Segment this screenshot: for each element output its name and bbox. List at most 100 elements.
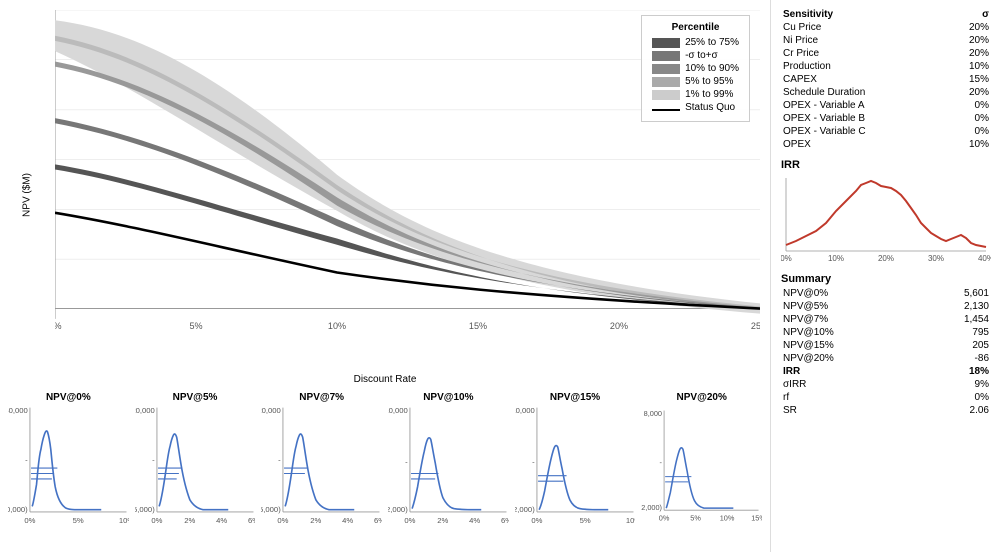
chart-legend: Percentile 25% to 75% -σ to+σ 10% to 90%… xyxy=(641,15,750,122)
sensitivity-name: CAPEX xyxy=(781,73,945,86)
svg-text:-: - xyxy=(405,458,408,467)
summary-row-irr: IRR 18% xyxy=(781,365,991,378)
svg-text:5%: 5% xyxy=(73,516,84,525)
svg-text:(5,000): (5,000) xyxy=(261,505,281,514)
sensitivity-row: Schedule Duration 20% xyxy=(781,86,991,99)
summary-name: NPV@7% xyxy=(781,313,918,326)
summary-row: NPV@15% 205 xyxy=(781,339,991,352)
legend-label: 1% to 99% xyxy=(685,89,733,100)
summary-value: 2,130 xyxy=(918,300,991,313)
summary-row: NPV@20% -86 xyxy=(781,352,991,365)
small-chart-title: NPV@15% xyxy=(515,392,636,403)
svg-text:30%: 30% xyxy=(928,254,944,263)
sensitivity-name: Ni Price xyxy=(781,34,945,47)
summary-name: NPV@0% xyxy=(781,287,918,300)
small-chart-svg-20: 8,000 - (2,000) 0% 5% 10% 15% xyxy=(641,404,762,543)
legend-label: Status Quo xyxy=(685,102,735,113)
summary-name: NPV@15% xyxy=(781,339,918,352)
summary-name: NPV@5% xyxy=(781,300,918,313)
sensitivity-row: OPEX 10% xyxy=(781,138,991,151)
legend-label: 5% to 95% xyxy=(685,76,733,87)
svg-text:(10,000): (10,000) xyxy=(8,505,28,514)
svg-text:6%: 6% xyxy=(501,516,509,525)
svg-text:0%: 0% xyxy=(659,514,670,523)
right-panel: Sensitivity σ Cu Price 20% Ni Price 20% … xyxy=(770,0,1000,552)
sensitivity-table: Sensitivity σ Cu Price 20% Ni Price 20% … xyxy=(781,8,991,151)
legend-title: Percentile xyxy=(652,22,739,33)
sensitivity-row: OPEX - Variable B 0% xyxy=(781,112,991,125)
svg-text:20,000: 20,000 xyxy=(135,406,155,415)
legend-swatch xyxy=(652,64,680,74)
legend-swatch xyxy=(652,109,680,111)
legend-swatch xyxy=(652,77,680,87)
svg-text:-: - xyxy=(25,456,28,465)
svg-text:4%: 4% xyxy=(469,516,480,525)
sensitivity-row: Ni Price 20% xyxy=(781,34,991,47)
sensitivity-row: Cu Price 20% xyxy=(781,21,991,34)
svg-text:10%: 10% xyxy=(626,516,636,525)
summary-value: 9% xyxy=(918,378,991,391)
summary-name: rf xyxy=(781,391,918,404)
legend-item: -σ to+σ xyxy=(652,50,739,61)
x-axis-label: Discount Rate xyxy=(354,374,417,385)
summary-name: SR xyxy=(781,404,918,417)
summary-value: 5,601 xyxy=(918,287,991,300)
svg-text:6%: 6% xyxy=(248,516,256,525)
sigma-label: σ xyxy=(982,9,989,20)
sensitivity-title: Sensitivity xyxy=(783,9,833,20)
sensitivity-value: 10% xyxy=(945,60,991,73)
sensitivity-row: OPEX - Variable A 0% xyxy=(781,99,991,112)
summary-value: 18% xyxy=(918,365,991,378)
small-chart-svg-7: 20,000 - (5,000) 0% 2% 4% 6% xyxy=(261,404,382,543)
svg-text:-: - xyxy=(279,456,282,465)
small-chart-npv5: NPV@5% 20,000 - (5,000) 0% 2% 4% 6% xyxy=(132,390,259,545)
svg-text:0%: 0% xyxy=(531,516,542,525)
legend-item: 1% to 99% xyxy=(652,89,739,100)
main-container: NPV ($M) Discount Rate Percentile 25% to… xyxy=(0,0,1000,552)
legend-item: Status Quo xyxy=(652,102,739,113)
svg-text:20%: 20% xyxy=(610,321,628,331)
legend-item: 10% to 90% xyxy=(652,63,739,74)
legend-item: 5% to 95% xyxy=(652,76,739,87)
summary-title: Summary xyxy=(781,273,991,285)
sensitivity-value: 20% xyxy=(945,86,991,99)
sensitivity-value: 15% xyxy=(945,73,991,86)
left-panel: NPV ($M) Discount Rate Percentile 25% to… xyxy=(0,0,770,552)
svg-text:0%: 0% xyxy=(781,254,792,263)
sensitivity-value: 20% xyxy=(945,47,991,60)
svg-text:10%: 10% xyxy=(119,516,129,525)
svg-text:(2,000): (2,000) xyxy=(515,505,535,514)
svg-text:40%: 40% xyxy=(978,254,991,263)
small-chart-title: NPV@0% xyxy=(8,392,129,403)
svg-text:5%: 5% xyxy=(691,514,702,523)
small-chart-npv10: NPV@10% 10,000 - (2,000) 0% 2% 4% 6% xyxy=(385,390,512,545)
svg-text:(2,000): (2,000) xyxy=(388,505,408,514)
summary-table: NPV@0% 5,601 NPV@5% 2,130 NPV@7% 1,454 N… xyxy=(781,287,991,417)
svg-text:-: - xyxy=(532,458,535,467)
summary-value: 205 xyxy=(918,339,991,352)
svg-text:2%: 2% xyxy=(311,516,322,525)
sensitivity-value: 0% xyxy=(945,112,991,125)
summary-section: Summary NPV@0% 5,601 NPV@5% 2,130 NPV@7%… xyxy=(781,273,991,417)
irr-chart-area: IRR 0% 10% 20% 30% 40% xyxy=(781,159,991,269)
small-chart-title: NPV@10% xyxy=(388,392,509,403)
svg-text:0%: 0% xyxy=(404,516,415,525)
y-axis-label: NPV ($M) xyxy=(21,173,32,217)
svg-text:5%: 5% xyxy=(579,516,590,525)
summary-row: NPV@10% 795 xyxy=(781,326,991,339)
summary-name: NPV@20% xyxy=(781,352,918,365)
svg-text:-: - xyxy=(660,458,663,467)
sensitivity-name: OPEX - Variable B xyxy=(781,112,945,125)
sensitivity-section: Sensitivity σ Cu Price 20% Ni Price 20% … xyxy=(781,8,991,151)
svg-text:10%: 10% xyxy=(328,321,346,331)
svg-text:8,000: 8,000 xyxy=(644,409,662,418)
sensitivity-name: Production xyxy=(781,60,945,73)
summary-name: NPV@10% xyxy=(781,326,918,339)
main-chart: NPV ($M) Discount Rate Percentile 25% to… xyxy=(0,0,770,390)
sensitivity-value: 20% xyxy=(945,21,991,34)
summary-row: NPV@0% 5,601 xyxy=(781,287,991,300)
sensitivity-row: Production 10% xyxy=(781,60,991,73)
small-chart-npv15: NPV@15% 10,000 - (2,000) 0% 5% 10% xyxy=(512,390,639,545)
summary-row: σIRR 9% xyxy=(781,378,991,391)
svg-text:20%: 20% xyxy=(878,254,894,263)
